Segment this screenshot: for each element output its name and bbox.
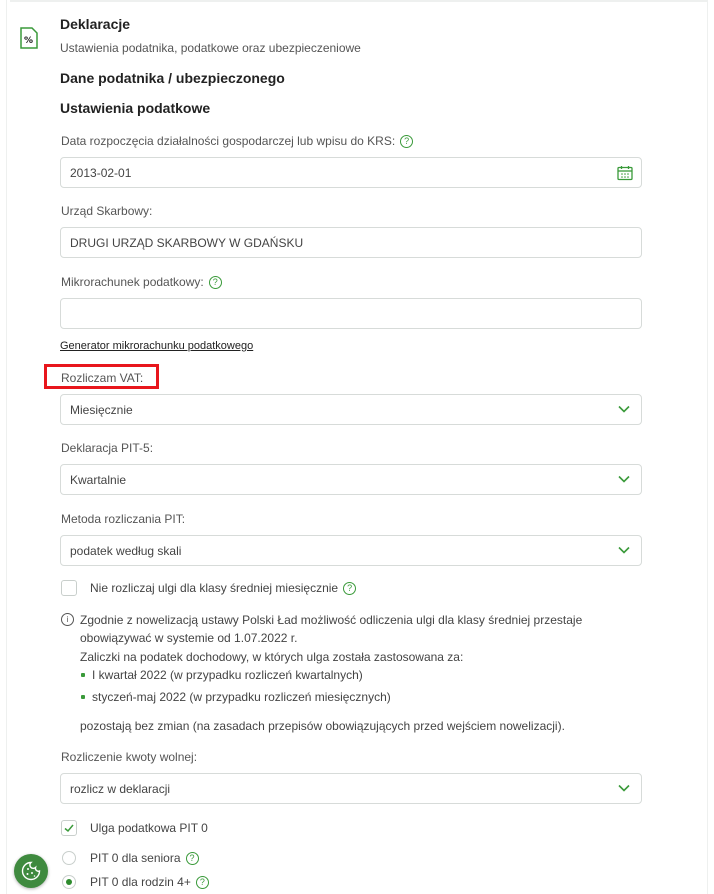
start-date-value: 2013-02-01 xyxy=(70,166,132,180)
section-tax-settings: Ustawienia podatkowe xyxy=(60,100,211,116)
pit0-family-label: PIT 0 dla rodzin 4+? xyxy=(90,875,209,889)
bullet-marker xyxy=(81,695,85,699)
free-amount-select[interactable]: rozlicz w deklaracji xyxy=(60,773,642,804)
info-bullet-2: styczeń-maj 2022 (w przypadku rozliczeń … xyxy=(92,690,391,704)
chevron-down-icon xyxy=(618,784,630,792)
micro-account-label: Mikrorachunek podatkowy:? xyxy=(61,275,222,289)
pit5-value: Kwartalnie xyxy=(70,473,127,487)
pit5-label: Deklaracja PIT-5: xyxy=(61,441,154,455)
help-icon[interactable]: ? xyxy=(343,582,357,595)
bullet-marker xyxy=(81,673,85,677)
micro-account-generator-link[interactable]: Generator mikrorachunku podatkowego xyxy=(60,340,253,352)
pit-method-select[interactable]: podatek według skali xyxy=(60,535,642,566)
pit0-senior-label: PIT 0 dla seniora? xyxy=(90,851,199,865)
vat-select[interactable]: Miesięcznie xyxy=(60,394,642,425)
top-divider xyxy=(10,0,708,2)
chevron-down-icon xyxy=(618,405,630,413)
help-icon[interactable]: ? xyxy=(185,852,199,865)
pit0-relief-checkbox[interactable] xyxy=(61,820,77,836)
info-line-2: obowiązywać w systemie od 1.07.2022 r. xyxy=(80,631,298,645)
calendar-icon[interactable] xyxy=(617,165,633,181)
help-icon[interactable]: ? xyxy=(195,876,209,889)
pit0-relief-label: Ulga podatkowa PIT 0 xyxy=(90,821,208,835)
checkmark-icon xyxy=(64,824,74,833)
vat-value: Miesięcznie xyxy=(70,403,133,417)
start-date-field[interactable]: 2013-02-01 xyxy=(60,157,642,188)
free-amount-value: rozlicz w deklaracji xyxy=(70,782,171,796)
tax-office-label: Urząd Skarbowy: xyxy=(61,204,153,218)
help-icon[interactable]: ? xyxy=(208,276,222,289)
pit5-select[interactable]: Kwartalnie xyxy=(60,464,642,495)
start-date-label: Data rozpoczęcia działalności gospodarcz… xyxy=(61,134,414,148)
info-line-3: Zaliczki na podatek dochodowy, w których… xyxy=(80,650,464,664)
info-footer: pozostają bez zmian (na zasadach przepis… xyxy=(80,719,565,733)
right-divider xyxy=(707,0,708,894)
tax-office-field[interactable]: DRUGI URZĄD SKARBOWY W GDAŃSKU xyxy=(60,227,642,258)
tax-office-value: DRUGI URZĄD SKARBOWY W GDAŃSKU xyxy=(70,236,304,250)
page-title: Deklaracje xyxy=(60,16,131,32)
page-subtitle: Ustawienia podatnika, podatkowe oraz ube… xyxy=(60,41,361,55)
cookie-icon xyxy=(21,861,41,881)
chevron-down-icon xyxy=(618,475,630,483)
svg-text:%: % xyxy=(24,36,33,46)
info-icon: i xyxy=(61,613,74,626)
left-divider xyxy=(6,0,7,894)
pit-method-value: podatek według skali xyxy=(70,544,182,558)
percent-document-icon: % xyxy=(20,27,38,49)
free-amount-label: Rozliczenie kwoty wolnej: xyxy=(61,750,198,764)
vat-label: Rozliczam VAT: xyxy=(61,371,144,385)
pit0-senior-radio[interactable] xyxy=(62,851,76,865)
help-icon[interactable]: ? xyxy=(400,135,414,148)
pit0-family-radio[interactable] xyxy=(62,875,76,889)
page: % Deklaracje Ustawienia podatnika, podat… xyxy=(0,0,714,894)
no-middle-class-relief-checkbox[interactable] xyxy=(61,580,77,596)
pit-method-label: Metoda rozliczania PIT: xyxy=(61,512,186,526)
cookie-settings-button[interactable] xyxy=(14,854,48,888)
no-middle-class-relief-label: Nie rozliczaj ulgi dla klasy średniej mi… xyxy=(90,581,357,595)
radio-selected-dot xyxy=(66,879,72,885)
info-bullet-1: I kwartał 2022 (w przypadku rozliczeń kw… xyxy=(92,668,363,682)
section-taxpayer-data[interactable]: Dane podatnika / ubezpieczonego xyxy=(60,70,285,86)
chevron-down-icon xyxy=(618,546,630,554)
micro-account-input[interactable] xyxy=(60,298,642,329)
info-line-1: Zgodnie z nowelizacją ustawy Polski Ład … xyxy=(80,613,583,627)
